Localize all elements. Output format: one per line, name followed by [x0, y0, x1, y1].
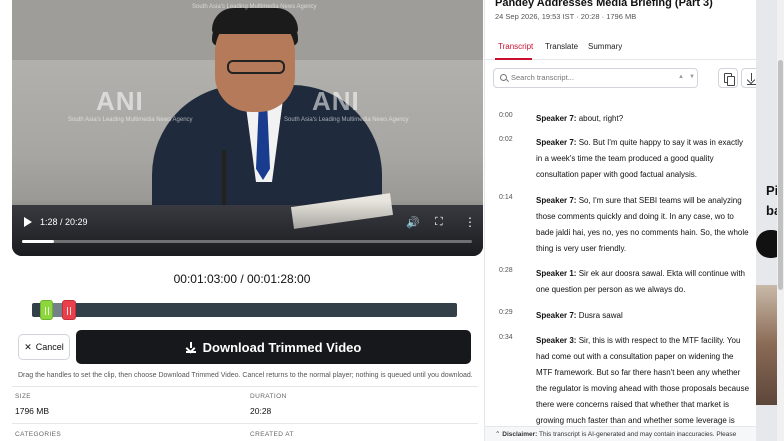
segment-time[interactable]: 0:28: [499, 267, 513, 274]
active-tab-indicator: [495, 58, 532, 60]
chevron-down-icon[interactable]: ▼: [689, 74, 695, 80]
search-input[interactable]: [511, 73, 671, 82]
ani-watermark-right: ANI: [312, 86, 360, 116]
segment-text: Speaker 1: Sir ek aur doosra sawal. Ekta…: [536, 269, 745, 294]
trim-time-readout: 00:01:03:00 / 00:01:28:00: [173, 272, 311, 286]
categories-label: CATEGORIES: [15, 431, 62, 438]
duration-value: 20:28: [250, 406, 272, 416]
segment-text: Speaker 7: So, I'm sure that SEBI teams …: [536, 196, 749, 253]
ani-watermark-sub-top: South Asia's Leading Multimedia News Age…: [192, 4, 317, 10]
copy-icon[interactable]: [718, 68, 738, 88]
video-controls: 1:28 / 20:29 🔊 ⛶ ⋮: [12, 214, 483, 234]
segment-time[interactable]: 0:14: [499, 194, 513, 201]
chevron-up-icon[interactable]: ▲: [678, 74, 684, 80]
ani-watermark-sub-right: South Asia's Leading Multimedia News Age…: [284, 117, 409, 123]
disclaimer-bar: ⌃ Disclaimer: This transcript is AI-gene…: [485, 426, 756, 441]
trim-track[interactable]: [32, 303, 457, 317]
page-scrollbar-thumb[interactable]: [778, 60, 783, 290]
size-label: SIZE: [15, 393, 32, 400]
transcript-pane: Pandey Addresses Media Briefing (Part 3)…: [484, 0, 756, 441]
more-options-icon[interactable]: ⋮: [464, 215, 476, 229]
fullscreen-icon[interactable]: ⛶: [435, 216, 443, 229]
tab-bar: Transcript Translate Summary: [485, 38, 756, 60]
size-value: 1796 MB: [15, 406, 50, 416]
volume-icon[interactable]: 🔊: [406, 216, 420, 229]
ani-watermark-sub-left: South Asia's Leading Multimedia News Age…: [68, 117, 193, 123]
close-icon: ✕: [24, 341, 32, 352]
video-subtitle: 24 Sep 2026, 19:53 IST · 20:28 · 1796 MB: [495, 12, 637, 21]
video-title: Pandey Addresses Media Briefing (Part 3): [495, 0, 713, 9]
trim-end-handle[interactable]: [62, 300, 76, 320]
download-transcript-icon[interactable]: [741, 68, 756, 88]
segment-text: Speaker 7: Dusra sawal: [536, 311, 623, 320]
tab-transcript[interactable]: Transcript: [498, 42, 533, 51]
segment-text: Speaker 7: about, right?: [536, 114, 624, 123]
search-icon: [500, 74, 507, 81]
segment-time[interactable]: 0:29: [499, 309, 513, 316]
tab-translate[interactable]: Translate: [545, 42, 578, 51]
grip-icon: [67, 307, 71, 315]
video-time: 1:28 / 20:29: [40, 217, 88, 227]
player-pane: ANI South Asia's Leading Multimedia News…: [0, 0, 484, 441]
segment-text: Speaker 3: Sir, this is with respect to …: [536, 336, 750, 425]
cancel-label: Cancel: [35, 342, 64, 352]
disclaimer-text: This transcript is AI-generated and may …: [539, 431, 737, 438]
trim-modal: ANI South Asia's Leading Multimedia News…: [0, 0, 756, 441]
download-trimmed-video-button[interactable]: Download Trimmed Video: [76, 330, 471, 364]
ani-watermark-left: ANI: [96, 86, 144, 116]
created-at-label: CREATED AT: [250, 431, 294, 438]
video-player[interactable]: ANI South Asia's Leading Multimedia News…: [12, 0, 483, 256]
cancel-button[interactable]: ✕ Cancel: [18, 334, 70, 360]
video-progress-fill: [22, 240, 55, 243]
segment-time[interactable]: 0:00: [499, 112, 513, 119]
tab-summary[interactable]: Summary: [588, 42, 622, 51]
segment-time[interactable]: 0:34: [499, 334, 513, 341]
grip-icon: [45, 307, 49, 315]
duration-label: DURATION: [250, 393, 287, 400]
chevron-up-icon[interactable]: ⌃: [495, 431, 500, 438]
download-label: Download Trimmed Video: [202, 339, 362, 355]
disclaimer-label: Disclaimer:: [502, 431, 538, 438]
transcript-search[interactable]: ▲ ▼: [493, 68, 698, 88]
play-icon[interactable]: [24, 217, 32, 227]
trim-hint: Drag the handles to set the clip, then c…: [18, 372, 473, 379]
transcript-list: 0:00 Speaker 7: about, right? 0:02 Speak…: [485, 106, 756, 426]
trim-start-handle[interactable]: [40, 300, 53, 320]
segment-text: Speaker 7: So. But I'm quite happy to sa…: [536, 138, 743, 179]
segment-time[interactable]: 0:02: [499, 136, 513, 143]
download-icon: [185, 342, 196, 353]
video-progress-bar[interactable]: [22, 240, 472, 243]
